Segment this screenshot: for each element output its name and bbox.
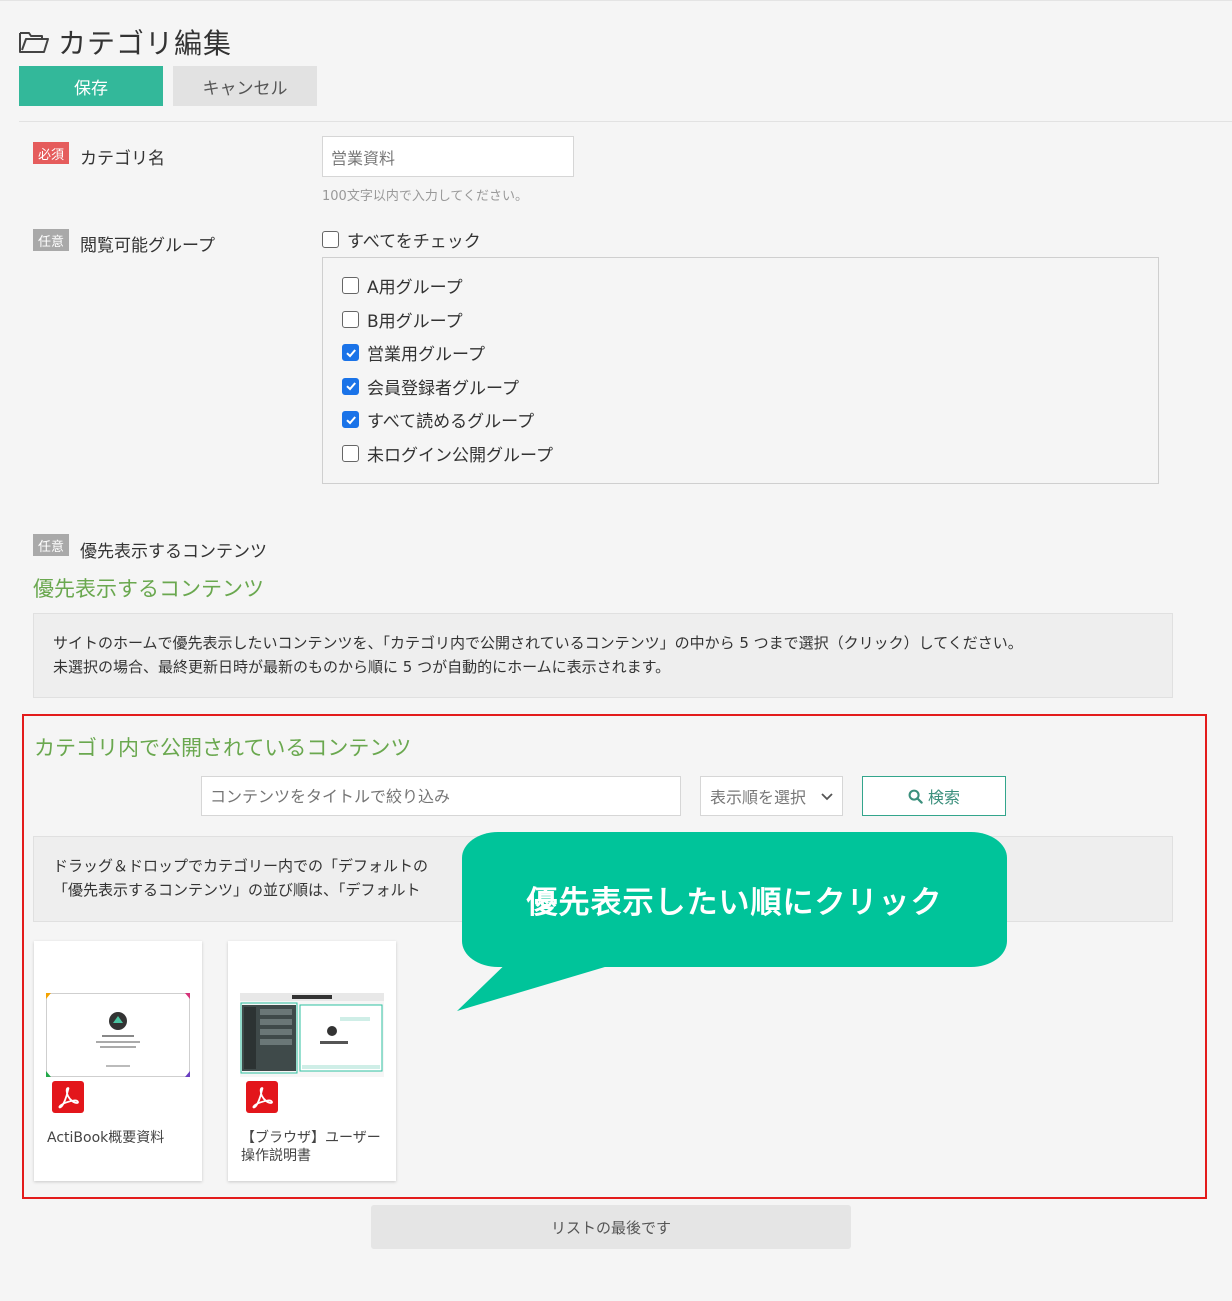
page-header: カテゴリ編集 <box>18 22 232 62</box>
sort-select-label: 表示順を選択 <box>710 788 807 807</box>
group-checkbox-label: 営業用グループ <box>367 345 485 365</box>
content-title: ActiBook概要資料 <box>47 1130 165 1146</box>
group-checkbox-label: すべて読めるグループ <box>367 412 535 432</box>
content-thumbnail <box>240 993 384 1077</box>
group-checkbox[interactable]: 会員登録者グループ <box>342 374 519 399</box>
info-text: サイトのホームで優先表示したいコンテンツを、「カテゴリ内で公開されているコンテン… <box>53 634 1023 652</box>
callout-bubble: 優先表示したい順にクリック <box>462 832 1007 967</box>
category-name-label: カテゴリ名 <box>80 149 165 169</box>
required-badge: 必須 <box>33 142 70 164</box>
search-icon <box>908 789 923 804</box>
group-checkbox-label: A用グループ <box>367 278 463 298</box>
search-button-label: 検索 <box>927 788 960 807</box>
published-heading: カテゴリ内で公開されているコンテンツ <box>34 736 412 760</box>
search-button[interactable]: 検索 <box>862 776 1006 816</box>
checkbox-icon[interactable] <box>322 231 339 248</box>
category-name-hint: 100文字以内で入力してください。 <box>322 189 529 204</box>
group-checkbox-label: 会員登録者グループ <box>367 378 519 399</box>
pdf-icon <box>246 1081 278 1113</box>
top-border <box>0 0 1232 1</box>
checkbox-checked-icon[interactable] <box>342 411 359 428</box>
content-thumbnail <box>46 993 190 1077</box>
title-filter-input[interactable] <box>201 776 681 816</box>
chevron-down-icon <box>821 793 833 801</box>
priority-heading: 優先表示するコンテンツ <box>33 577 264 601</box>
check-all-label: すべてをチェック <box>347 232 481 252</box>
category-name-input[interactable] <box>322 136 574 177</box>
optional-badge: 任意 <box>33 534 70 556</box>
group-checkbox[interactable]: 未ログイン公開グループ <box>342 441 553 466</box>
group-checkbox-label: B用グループ <box>367 311 463 332</box>
pdf-icon <box>52 1081 84 1113</box>
cancel-button[interactable]: キャンセル <box>173 66 317 106</box>
priority-label: 優先表示するコンテンツ <box>80 542 267 562</box>
content-title: 【ブラウザ】ユーザー操作説明書 <box>241 1130 381 1164</box>
info-text: 未選択の場合、最終更新日時が最新のものから順に 5 つが自動的にホームに表示され… <box>53 658 671 676</box>
checkbox-checked-icon[interactable] <box>342 344 359 361</box>
end-of-list-bar: リストの最後です <box>371 1205 851 1249</box>
checkbox-icon[interactable] <box>342 277 359 294</box>
group-checkbox-label: 未ログイン公開グループ <box>367 445 553 466</box>
content-card[interactable]: 【ブラウザ】ユーザー操作説明書 <box>228 941 396 1181</box>
divider <box>19 121 1232 122</box>
folder-open-icon <box>19 32 49 53</box>
checkbox-icon[interactable] <box>342 310 359 328</box>
checkbox-checked-icon[interactable] <box>342 377 359 395</box>
page-title: カテゴリ編集 <box>58 27 233 60</box>
groups-label: 閲覧可能グループ <box>80 236 215 256</box>
group-checkbox[interactable]: B用グループ <box>342 307 463 332</box>
group-checkbox[interactable]: A用グループ <box>342 273 463 298</box>
group-checkbox[interactable]: 営業用グループ <box>342 340 485 365</box>
sort-select[interactable]: 表示順を選択 <box>700 776 843 816</box>
group-checkbox[interactable]: すべて読めるグループ <box>342 407 534 432</box>
content-card[interactable]: ActiBook概要資料 <box>34 941 202 1181</box>
checkbox-icon[interactable] <box>342 444 359 462</box>
optional-badge: 任意 <box>33 229 70 251</box>
check-all-checkbox[interactable]: すべてをチェック <box>322 227 481 252</box>
priority-info-box: サイトのホームで優先表示したいコンテンツを、「カテゴリ内で公開されているコンテン… <box>33 613 1173 698</box>
save-button[interactable]: 保存 <box>19 66 163 106</box>
